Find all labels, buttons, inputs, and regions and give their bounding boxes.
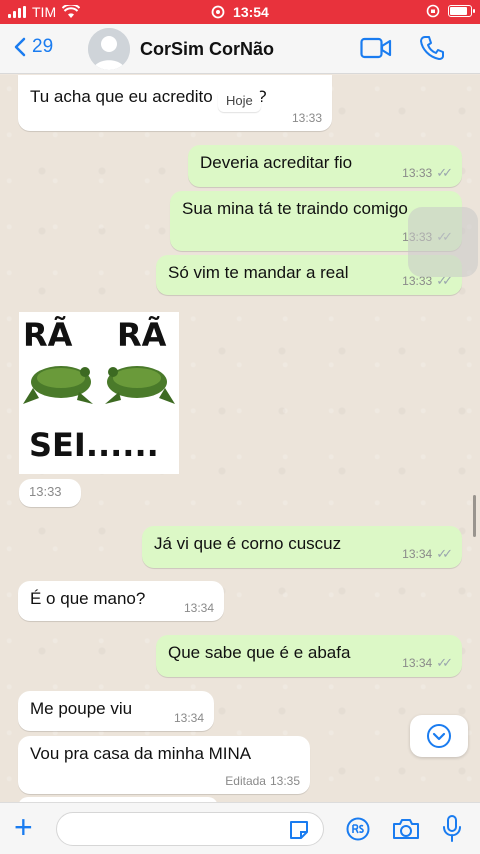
back-button[interactable]: 29 xyxy=(14,36,53,58)
contact-name[interactable]: CorSim CorNão xyxy=(140,39,274,60)
chevron-down-icon xyxy=(427,724,451,748)
message-input[interactable] xyxy=(56,812,324,846)
message-bubble-incoming[interactable]: Vou pra casa da minha MINA Editada 13:35 xyxy=(18,736,310,794)
sticker-icon[interactable] xyxy=(288,819,310,841)
message-meta: 13:34 xyxy=(174,711,204,725)
read-ticks-icon: ✓✓ xyxy=(436,546,453,561)
message-meta: 13:34 ✓✓ xyxy=(402,655,453,671)
status-right xyxy=(426,4,475,18)
microphone-icon[interactable] xyxy=(442,814,462,844)
message-bubble-incoming[interactable]: Tu acha que eu acredito nisso? 13:33 xyxy=(18,75,332,131)
phone-icon[interactable] xyxy=(420,35,444,61)
status-time: 13:54 xyxy=(233,4,269,20)
video-call-icon[interactable] xyxy=(360,37,392,59)
message-meta: 13:34 xyxy=(184,601,214,615)
contact-avatar[interactable] xyxy=(88,28,130,70)
read-ticks-icon: ✓✓ xyxy=(436,165,453,180)
message-meta: 13:33✓✓ xyxy=(402,165,453,181)
sticker-message[interactable]: RÃ RÃ SEI...... xyxy=(19,312,179,474)
message-bubble-outgoing[interactable]: Que sabe que é e abafa 13:34 ✓✓ xyxy=(156,635,462,677)
unread-count: 29 xyxy=(32,36,54,57)
message-bubble-incoming[interactable]: É o que mano? 13:34 xyxy=(18,581,224,621)
edited-label: Editada xyxy=(225,774,266,788)
sticker-word-bottom: SEI...... xyxy=(29,426,159,464)
default-avatar-icon xyxy=(88,28,130,70)
frog-icon xyxy=(105,366,175,404)
message-time: 13:33 xyxy=(402,166,433,180)
message-time: 13:33 xyxy=(291,111,322,125)
orientation-lock-icon xyxy=(426,4,440,18)
payment-icon[interactable] xyxy=(346,817,370,841)
scroll-to-bottom-button[interactable] xyxy=(410,715,468,757)
message-input-bar: + xyxy=(0,802,480,854)
camera-icon[interactable] xyxy=(392,817,420,841)
message-time: 13:34 xyxy=(183,601,214,615)
sticker-word-left: RÃ xyxy=(23,316,73,354)
sticker-time: 13:33 xyxy=(19,479,81,507)
scrollbar[interactable] xyxy=(473,495,476,537)
alarm-icon xyxy=(211,5,225,19)
battery-icon xyxy=(448,5,475,17)
message-time: 13:34 xyxy=(173,711,204,725)
message-meta: 13:34 ✓✓ xyxy=(402,546,453,562)
date-separator: Hoje xyxy=(218,89,261,112)
status-time-wrap: 13:54 xyxy=(0,4,480,20)
message-bubble-outgoing[interactable]: Já vi que é corno cuscuz 13:34 ✓✓ xyxy=(142,526,462,568)
chat-header: 29 CorSim CorNão xyxy=(0,24,480,74)
message-time: 13:35 xyxy=(269,774,300,788)
message-text: Vou pra casa da minha MINA xyxy=(30,744,252,763)
sticker-word-right: RÃ xyxy=(117,316,167,354)
message-bubble-incoming[interactable]: Me poupe viu 13:34 xyxy=(18,691,214,731)
message-bubble-outgoing[interactable]: Deveria acreditar fio 13:33 ✓✓ xyxy=(188,145,462,187)
status-bar: TIM 13:54 xyxy=(0,0,480,24)
floating-overlay-button[interactable] xyxy=(408,207,478,277)
plus-icon[interactable]: + xyxy=(14,811,33,843)
message-text: Tu acha que eu acredito nisso? xyxy=(30,87,267,106)
message-time: 13:34 xyxy=(402,547,433,561)
message-meta: Editada 13:35 xyxy=(225,774,300,788)
back-chevron-icon xyxy=(14,37,26,57)
read-ticks-icon: ✓✓ xyxy=(436,655,453,670)
chat-area[interactable]: Tu acha que eu acredito nisso? 13:33 Hoj… xyxy=(0,75,480,802)
message-time: 13:34 xyxy=(402,656,433,670)
message-meta: 13:33 xyxy=(292,111,322,125)
frog-icon xyxy=(23,366,93,404)
